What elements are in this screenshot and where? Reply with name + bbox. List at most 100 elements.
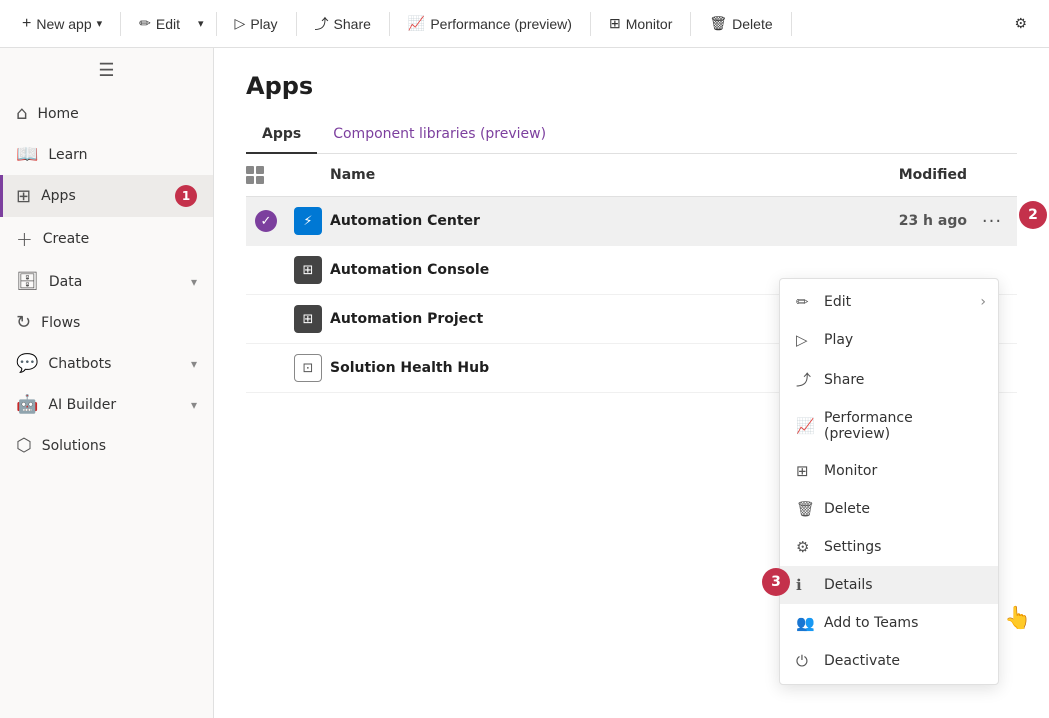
- sidebar-item-label: Data: [49, 274, 181, 290]
- sidebar-item-solutions[interactable]: ⬡ Solutions: [0, 425, 213, 466]
- menu-item-details[interactable]: ℹ Details: [780, 566, 998, 604]
- sidebar-item-create[interactable]: + Create: [0, 217, 213, 261]
- row-app-icon: ⊞: [286, 305, 330, 333]
- power-icon: ⏻: [796, 652, 814, 670]
- row-more-area: ··· 2: [967, 209, 1017, 234]
- main-layout: ☰ ⌂ Home 📖 Learn ⊞ Apps 1 + Create 🗄 Dat…: [0, 48, 1049, 718]
- menu-item-label: Play: [824, 332, 853, 348]
- play-button[interactable]: ▷ Play: [225, 9, 288, 38]
- row-more-area: [967, 268, 1017, 272]
- sidebar-item-label: Apps: [41, 188, 165, 204]
- info-icon: ℹ: [796, 576, 814, 594]
- performance-button[interactable]: 📈 Performance (preview): [398, 9, 582, 38]
- play-icon: ▷: [796, 331, 814, 349]
- menu-item-label: Deactivate: [824, 653, 900, 669]
- hamburger-button[interactable]: ☰: [0, 48, 213, 93]
- learn-icon: 📖: [16, 144, 38, 165]
- home-icon: ⌂: [16, 103, 27, 124]
- step-badge-3: 3: [762, 568, 790, 596]
- menu-item-delete[interactable]: 🗑 Delete: [780, 490, 998, 528]
- sidebar-item-apps[interactable]: ⊞ Apps 1: [0, 175, 213, 217]
- gear-icon: ⚙: [1014, 15, 1027, 32]
- performance-icon: 📈: [796, 417, 814, 435]
- sidebar-item-label: Home: [37, 106, 197, 122]
- menu-item-play[interactable]: ▷ Play: [780, 321, 998, 359]
- edit-button[interactable]: ✏ Edit: [129, 9, 190, 38]
- teams-icon: 👥: [796, 614, 814, 632]
- share-icon: ⤴: [315, 14, 329, 34]
- share-button[interactable]: ⤴ Share: [305, 8, 381, 40]
- create-icon: +: [16, 227, 33, 251]
- sidebar-item-label: Learn: [48, 147, 197, 163]
- plus-icon: +: [22, 15, 31, 33]
- menu-item-deactivate[interactable]: ⏻ Deactivate: [780, 642, 998, 680]
- menu-item-add-teams[interactable]: 👥 Add to Teams: [780, 604, 998, 642]
- delete-icon: 🗑: [796, 500, 814, 518]
- menu-item-label: Delete: [824, 501, 870, 517]
- edit-label: Edit: [156, 16, 180, 32]
- flows-icon: ↻: [16, 312, 31, 333]
- sidebar-item-label: Create: [43, 231, 197, 247]
- performance-label: Performance (preview): [430, 16, 572, 32]
- menu-item-label: Monitor: [824, 463, 877, 479]
- menu-item-share[interactable]: ⤴ Share: [780, 359, 998, 400]
- row-app-icon: ⚡: [286, 207, 330, 235]
- badge-1: 1: [175, 185, 197, 207]
- play-label: Play: [250, 16, 277, 32]
- sidebar-item-chatbots[interactable]: 💬 Chatbots ▾: [0, 343, 213, 384]
- sidebar-item-learn[interactable]: 📖 Learn: [0, 134, 213, 175]
- apps-icon: ⊞: [16, 186, 31, 207]
- sidebar-item-label: Flows: [41, 315, 197, 331]
- delete-button[interactable]: 🗑 Delete: [699, 9, 782, 38]
- row-app-name: Automation Center: [330, 213, 767, 229]
- more-dots-icon[interactable]: [988, 268, 996, 272]
- menu-item-performance[interactable]: 📈 Performance (preview): [780, 400, 998, 452]
- share-label: Share: [334, 16, 371, 32]
- row-app-name: Automation Project: [330, 311, 767, 327]
- content-header: Apps Apps Component libraries (preview): [214, 48, 1049, 154]
- app-icon-dark: ⊞: [294, 305, 322, 333]
- edit-chevron-button[interactable]: ▾: [194, 11, 208, 36]
- grid-icon: [246, 166, 264, 184]
- context-menu: ✏ Edit › ▷ Play ⤴ Share 📈 Performance (p…: [779, 278, 999, 685]
- content-area: Apps Apps Component libraries (preview): [214, 48, 1049, 718]
- toolbar-divider-4: [389, 12, 390, 36]
- tab-apps-label: Apps: [262, 126, 301, 142]
- toolbar: + New app ▾ ✏ Edit ▾ ▷ Play ⤴ Share 📈 Pe…: [0, 0, 1049, 48]
- menu-item-edit[interactable]: ✏ Edit ›: [780, 283, 998, 321]
- sidebar-item-data[interactable]: 🗄 Data ▾: [0, 261, 213, 302]
- chatbots-icon: 💬: [16, 353, 38, 374]
- header-check-col: [246, 166, 286, 184]
- tab-component-libraries[interactable]: Component libraries (preview): [317, 116, 562, 154]
- app-icon-blue: ⚡: [294, 207, 322, 235]
- table-row[interactable]: ✓ ⚡ Automation Center 23 h ago ··· 2: [246, 197, 1017, 246]
- delete-icon: 🗑: [709, 15, 727, 32]
- menu-item-label: Add to Teams: [824, 615, 918, 631]
- sidebar-item-home[interactable]: ⌂ Home: [0, 93, 213, 134]
- tab-apps[interactable]: Apps: [246, 116, 317, 154]
- header-name-col: Name: [330, 167, 767, 183]
- page-title: Apps: [246, 72, 1017, 100]
- more-dots-icon[interactable]: ···: [978, 209, 1006, 234]
- tab-component-libraries-label: Component libraries (preview): [333, 126, 546, 142]
- sidebar-item-flows[interactable]: ↻ Flows: [0, 302, 213, 343]
- settings-button[interactable]: ⚙: [1004, 9, 1037, 38]
- sidebar-item-label: Chatbots: [48, 356, 181, 372]
- toolbar-divider-3: [296, 12, 297, 36]
- monitor-button[interactable]: ⊞ Monitor: [599, 9, 682, 38]
- check-icon: ✓: [255, 210, 277, 232]
- chevron-down-icon: ▾: [191, 398, 197, 412]
- menu-item-settings[interactable]: ⚙ Settings: [780, 528, 998, 566]
- menu-item-monitor[interactable]: ⊞ Monitor: [780, 452, 998, 490]
- edit-icon: ✏: [796, 293, 814, 311]
- new-app-button[interactable]: + New app ▾: [12, 9, 112, 39]
- share-icon: ⤴: [796, 369, 814, 390]
- data-icon: 🗄: [16, 271, 39, 292]
- sidebar-item-label: AI Builder: [48, 397, 181, 413]
- row-modified: 23 h ago: [767, 213, 967, 229]
- delete-label: Delete: [732, 16, 772, 32]
- menu-item-label: Edit: [824, 294, 851, 310]
- chevron-right-icon: ›: [980, 294, 986, 310]
- sidebar-item-ai-builder[interactable]: 🤖 AI Builder ▾: [0, 384, 213, 425]
- row-app-name: Automation Console: [330, 262, 767, 278]
